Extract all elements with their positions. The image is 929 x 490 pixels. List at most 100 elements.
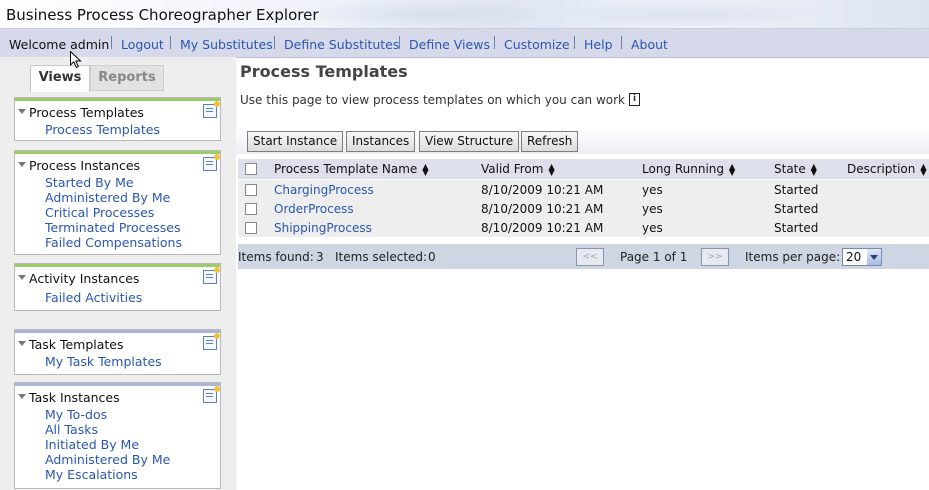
edit-view-icon[interactable] [203,267,220,284]
table-header: Process Template Name ▲ ▼ Valid From ▲ ▼ Lon… [238,159,929,179]
description-text: Use this page to view process templates … [240,93,626,107]
column-header-state[interactable]: State ▲ ▼ [774,162,817,176]
nav-link-failed-compensations[interactable]: Failed Compensations [45,235,182,250]
edit-view-icon[interactable] [203,386,220,403]
section-title: Task Instances [29,390,120,405]
nav-link-my-escalations[interactable]: My Escalations [45,467,138,482]
page-indicator: Page 1 of 1 [620,250,688,264]
nav-link-all-tasks[interactable]: All Tasks [45,422,98,437]
items-found-count: 3 [316,250,324,264]
nav-my-substitutes[interactable]: My Substitutes [180,37,273,52]
column-label: Description [847,162,916,176]
row-checkbox[interactable] [245,222,257,234]
nav-link-started-by-me[interactable]: Started By Me [45,175,134,190]
column-label: State [774,162,806,176]
nav-separator [111,36,112,49]
welcome-text: Welcome admin [9,37,110,52]
column-label: Process Template Name [274,162,418,176]
sort-icon[interactable]: ▲ ▼ [811,162,817,176]
nav-link-my-task-templates[interactable]: My Task Templates [45,354,162,369]
collapse-triangle-icon[interactable] [18,394,26,399]
refresh-button[interactable]: Refresh [521,131,579,152]
tab-reports[interactable]: Reports [90,65,164,91]
nav-link-initiated-by-me[interactable]: Initiated By Me [45,437,139,452]
mouse-cursor-icon [70,51,82,69]
section-task-instances: Task Instances My To-dos All Tasks Initi… [14,382,221,489]
column-label: Valid From [481,162,544,176]
table-row[interactable]: OrderProcess 8/10/2009 10:21 AM yes Star… [238,199,929,218]
items-selected-count: 0 [428,250,436,264]
banner-decoration [560,0,820,28]
nav-separator [494,36,495,49]
nav-link-failed-activities[interactable]: Failed Activities [45,290,142,305]
state-cell: Started [774,202,819,216]
nav-link-administered-by-me[interactable]: Administered By Me [45,190,170,205]
next-page-button[interactable]: >> [701,248,729,266]
sort-icon[interactable]: ▲ ▼ [422,162,428,176]
long-running-cell: yes [642,221,663,235]
long-running-cell: yes [642,202,663,216]
template-name-link[interactable]: ChargingProcess [274,183,374,197]
table-row[interactable]: ChargingProcess 8/10/2009 10:21 AM yes S… [238,180,929,199]
nav-define-views[interactable]: Define Views [409,37,490,52]
collapse-triangle-icon[interactable] [18,162,26,167]
nav-separator [170,36,171,49]
nav-logout[interactable]: Logout [121,37,164,52]
view-structure-button[interactable]: View Structure [419,131,520,152]
sort-icon[interactable]: ▲ ▼ [920,162,926,176]
nav-help[interactable]: Help [584,37,613,52]
template-name-link[interactable]: ShippingProcess [274,221,372,235]
items-per-page-label: Items per page: [745,250,841,264]
valid-from-cell: 8/10/2009 10:21 AM [481,221,604,235]
table-row[interactable]: ShippingProcess 8/10/2009 10:21 AM yes S… [238,218,929,237]
edit-view-icon[interactable] [203,101,220,118]
items-per-page-select[interactable]: 20 [842,248,882,266]
section-task-templates: Task Templates My Task Templates [14,329,221,375]
section-title: Task Templates [29,337,124,352]
column-header-description[interactable]: Description ▲ ▼ [847,162,927,176]
select-all-checkbox[interactable] [245,163,257,175]
start-instance-button[interactable]: Start Instance [247,131,344,152]
template-name-link[interactable]: OrderProcess [274,202,354,216]
section-title: Process Instances [29,158,141,173]
section-header: Process Instances [15,151,220,174]
instances-button[interactable]: Instances [346,131,416,152]
nav-link-process-templates[interactable]: Process Templates [45,122,160,137]
items-per-page-value: 20 [846,250,862,264]
row-checkbox[interactable] [245,203,257,215]
edit-view-icon[interactable] [203,333,220,350]
row-checkbox[interactable] [245,184,257,196]
page-description: Use this page to view process templates … [240,93,641,107]
sort-icon[interactable]: ▲ ▼ [729,162,735,176]
nav-link-my-to-dos[interactable]: My To-dos [45,407,107,422]
nav-define-substitutes[interactable]: Define Substitutes [284,37,399,52]
nav-link-critical-processes[interactable]: Critical Processes [45,205,154,220]
state-cell: Started [774,221,819,235]
items-found-label: Items found: [238,250,314,264]
collapse-triangle-icon[interactable] [18,109,26,114]
collapse-triangle-icon[interactable] [18,275,26,280]
nav-separator [399,36,400,49]
tab-views[interactable]: Views [30,65,90,92]
column-header-valid-from[interactable]: Valid From ▲ ▼ [481,162,555,176]
nav-customize[interactable]: Customize [504,37,570,52]
info-icon[interactable]: i [629,93,641,106]
nav-link-task-administered-by-me[interactable]: Administered By Me [45,452,170,467]
edit-view-icon[interactable] [203,154,220,171]
action-toolbar: Start Instance Instances View Structure … [236,127,929,154]
column-label: Long Running [642,162,725,176]
table-footer: Items found: 3 Items selected: 0 << Page… [238,244,929,269]
sort-icon[interactable]: ▲ ▼ [548,162,554,176]
section-activity-instances: Activity Instances Failed Activities [14,263,221,311]
title-bar: Business Process Choreographer Explorer [0,0,929,29]
column-header-long-running[interactable]: Long Running ▲ ▼ [642,162,735,176]
page-title: Process Templates [240,62,408,81]
dropdown-arrow-icon[interactable] [867,249,881,265]
collapse-triangle-icon[interactable] [18,341,26,346]
nav-link-terminated-processes[interactable]: Terminated Processes [45,220,180,235]
section-header: Task Templates [15,330,220,353]
nav-about[interactable]: About [631,37,668,52]
valid-from-cell: 8/10/2009 10:21 AM [481,183,604,197]
previous-page-button[interactable]: << [576,248,604,266]
column-header-name[interactable]: Process Template Name ▲ ▼ [274,162,428,176]
